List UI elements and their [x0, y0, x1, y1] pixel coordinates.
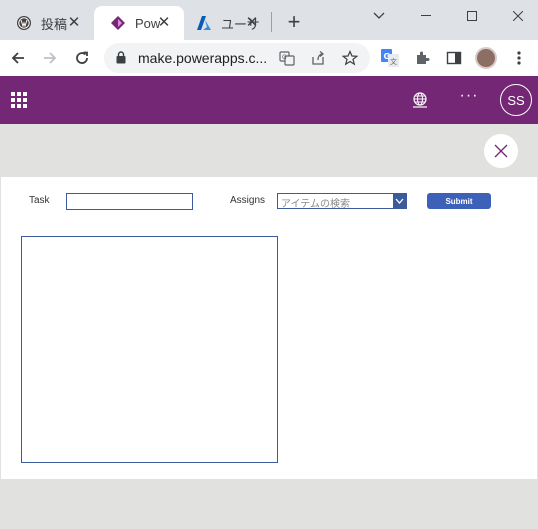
- svg-text:G: G: [282, 54, 287, 61]
- submit-button[interactable]: Submit: [427, 193, 491, 209]
- arrow-right-icon: [44, 52, 57, 64]
- close-icon: [494, 144, 508, 158]
- task-gallery[interactable]: [21, 236, 278, 463]
- close-icon: [513, 11, 523, 21]
- user-avatar[interactable]: SS: [500, 84, 532, 116]
- environment-globe-icon[interactable]: [411, 91, 429, 109]
- azure-icon: [196, 15, 212, 31]
- svg-text:文: 文: [390, 57, 397, 66]
- back-button[interactable]: [4, 44, 32, 72]
- address-bar[interactable]: make.powerapps.c... G: [104, 43, 370, 73]
- browser-toolbar: make.powerapps.c... G G文: [0, 40, 538, 76]
- tab-title: 投稿: [41, 16, 68, 32]
- browser-tab-strip: 投稿 ✕ Pow ✕ ユーサ ✕ +: [0, 0, 538, 40]
- minimize-button[interactable]: [403, 2, 449, 30]
- reload-button[interactable]: [68, 44, 96, 72]
- browser-menu-button[interactable]: [505, 44, 533, 72]
- avatar: [475, 47, 497, 69]
- close-tab-icon[interactable]: ✕: [156, 15, 172, 31]
- app-header: ··· SS: [0, 76, 538, 124]
- window-close-button[interactable]: [495, 2, 538, 30]
- bookmark-star-icon[interactable]: [341, 49, 359, 67]
- share-icon[interactable]: [309, 49, 327, 67]
- profile-avatar[interactable]: [472, 44, 500, 72]
- close-tab-icon[interactable]: ✕: [244, 15, 260, 31]
- new-tab-button[interactable]: +: [284, 10, 304, 34]
- assigns-placeholder: アイテムの検索: [281, 199, 350, 210]
- assigns-label: Assigns: [230, 195, 266, 206]
- more-vertical-icon: [517, 51, 521, 65]
- chevron-down-icon: [373, 12, 385, 19]
- tab-wordpress[interactable]: 投稿 ✕: [0, 6, 94, 40]
- tab-powerapps[interactable]: Pow ✕: [94, 6, 184, 40]
- reload-icon: [76, 51, 88, 64]
- url-text: make.powerapps.c...: [138, 50, 268, 66]
- side-panel-icon[interactable]: [440, 44, 468, 72]
- assigns-combobox[interactable]: アイテムの検索: [277, 193, 407, 210]
- tab-azure[interactable]: ユーサ ✕: [180, 6, 272, 40]
- task-input[interactable]: [66, 193, 193, 210]
- tab-separator: [271, 12, 272, 32]
- google-translate-extension-icon[interactable]: G文: [376, 44, 404, 72]
- lock-icon: [116, 51, 126, 64]
- wordpress-icon: [16, 15, 32, 31]
- app-launcher-icon[interactable]: [11, 92, 27, 108]
- extensions-puzzle-icon[interactable]: [408, 44, 436, 72]
- translate-icon[interactable]: G: [278, 49, 296, 67]
- close-tab-icon[interactable]: ✕: [66, 15, 82, 31]
- minimize-icon: [421, 15, 431, 16]
- task-label: Task: [29, 195, 50, 206]
- forward-button[interactable]: [36, 44, 64, 72]
- app-canvas: Task Assigns アイテムの検索 Submit: [1, 177, 537, 479]
- maximize-icon: [467, 11, 477, 21]
- close-preview-button[interactable]: [484, 134, 518, 168]
- arrow-left-icon: [11, 52, 24, 64]
- maximize-button[interactable]: [449, 2, 495, 30]
- powerapps-icon: [110, 15, 126, 31]
- chevron-down-icon[interactable]: [393, 194, 406, 208]
- tab-search-button[interactable]: [356, 2, 402, 30]
- more-options-button[interactable]: ···: [458, 88, 480, 108]
